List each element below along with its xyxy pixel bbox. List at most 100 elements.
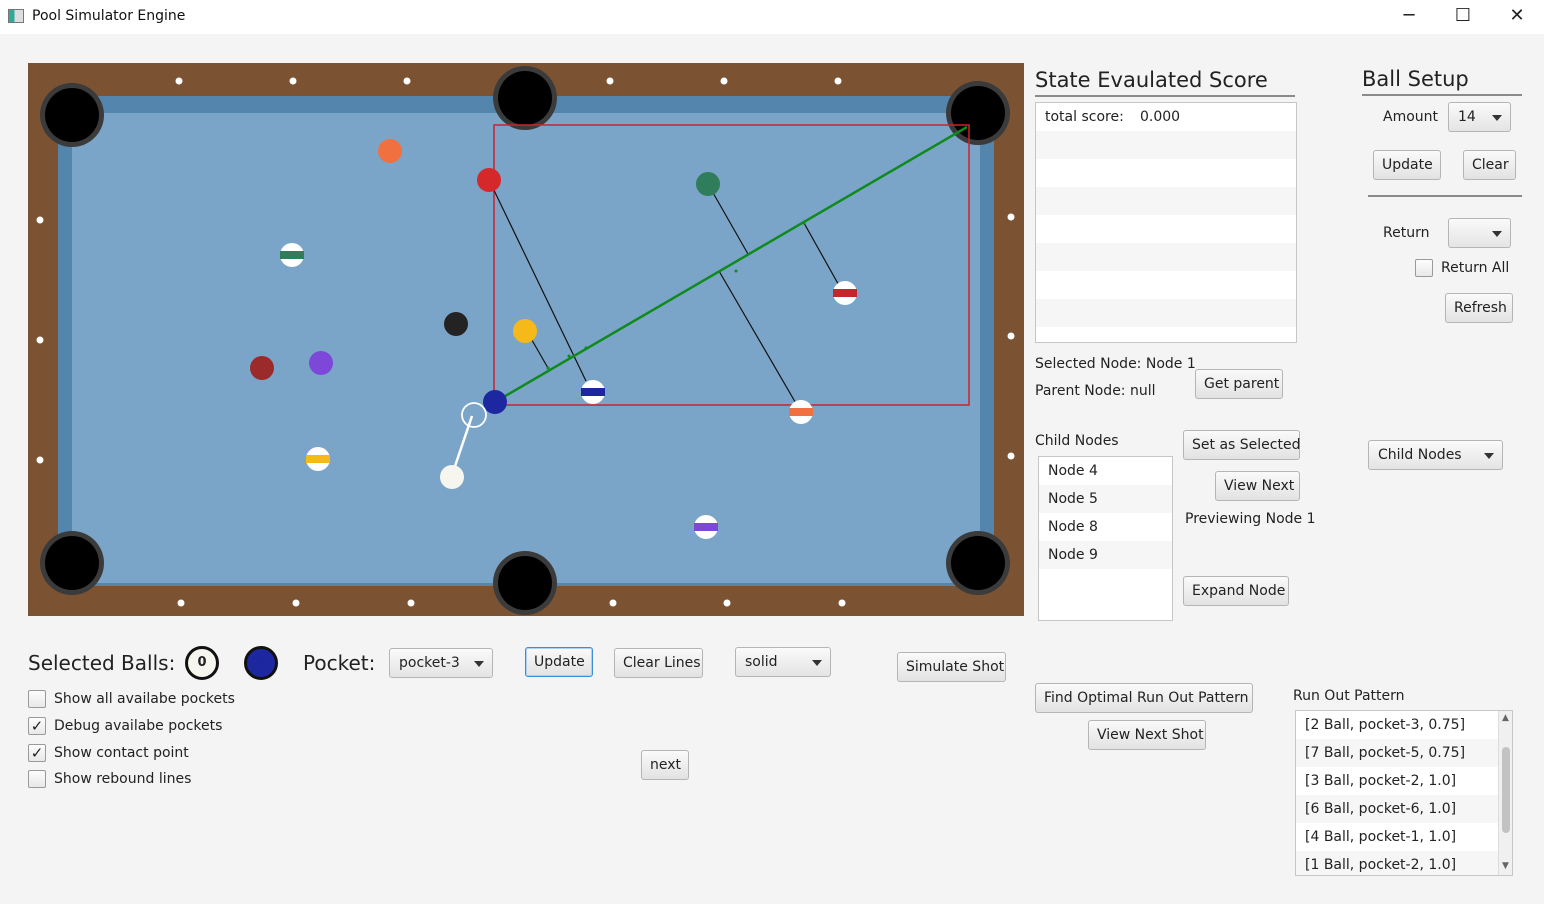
ball-stripe bbox=[789, 408, 813, 416]
state-score-heading: State Evaulated Score bbox=[1035, 68, 1268, 92]
return-all-label: Return All bbox=[1441, 260, 1510, 276]
update-button[interactable]: Update bbox=[525, 647, 593, 677]
ball-body bbox=[309, 351, 333, 375]
list-item[interactable]: Node 9 bbox=[1039, 541, 1172, 569]
ball-purple-stripe bbox=[694, 515, 718, 539]
ball-stripe bbox=[280, 251, 304, 259]
return-all-checkbox[interactable] bbox=[1415, 259, 1433, 277]
list-item[interactable]: [1 Ball, pocket-2, 1.0] bbox=[1296, 851, 1512, 875]
ball-maroon-solid bbox=[250, 356, 274, 380]
scroll-down-icon[interactable]: ▼ bbox=[1502, 861, 1509, 871]
pocket-value: pocket-3 bbox=[399, 655, 460, 671]
diamond-marker bbox=[720, 77, 728, 85]
list-item[interactable]: Node 4 bbox=[1039, 457, 1172, 485]
diamond-marker bbox=[36, 336, 44, 344]
ball-blue-solid bbox=[483, 390, 507, 414]
pocket-hole bbox=[45, 88, 99, 142]
list-item[interactable] bbox=[1039, 569, 1172, 597]
diamond-marker bbox=[1007, 213, 1015, 221]
ball-yellow-stripe bbox=[306, 447, 330, 471]
maximize-button[interactable]: ☐ bbox=[1438, 0, 1488, 34]
previewing-text: Previewing Node 1 bbox=[1185, 511, 1316, 527]
get-parent-button[interactable]: Get parent bbox=[1195, 369, 1283, 399]
state-score-table[interactable]: total score: 0.000 bbox=[1035, 102, 1297, 343]
chevron-down-icon bbox=[1492, 231, 1502, 237]
show-contact-point-checkbox[interactable]: ✓ bbox=[28, 744, 46, 762]
scroll-up-icon[interactable]: ▲ bbox=[1502, 713, 1509, 723]
set-as-selected-button[interactable]: Set as Selected bbox=[1183, 430, 1300, 460]
selected-cue-ball[interactable]: 0 bbox=[185, 646, 219, 680]
table-felt bbox=[72, 113, 980, 583]
view-next-shot-button[interactable]: View Next Shot bbox=[1088, 720, 1206, 750]
find-optimal-runout-button[interactable]: Find Optimal Run Out Pattern bbox=[1035, 683, 1253, 713]
ball-stripe bbox=[833, 289, 857, 297]
score-row bbox=[1036, 187, 1296, 215]
show-contact-point-label: Show contact point bbox=[54, 745, 189, 761]
list-item[interactable]: [7 Ball, pocket-5, 0.75] bbox=[1296, 739, 1512, 767]
ball-body bbox=[477, 168, 501, 192]
next-button[interactable]: next bbox=[641, 750, 689, 780]
contact-tick bbox=[584, 346, 588, 350]
list-item[interactable]: [3 Ball, pocket-2, 1.0] bbox=[1296, 767, 1512, 795]
simulate-shot-button[interactable]: Simulate Shot bbox=[897, 652, 1006, 682]
run-out-pattern-list[interactable]: [2 Ball, pocket-3, 0.75] [7 Ball, pocket… bbox=[1295, 710, 1513, 876]
ball-setup-divider bbox=[1368, 195, 1522, 197]
diamond-marker bbox=[838, 599, 846, 607]
ball-green-solid bbox=[696, 172, 720, 196]
chevron-down-icon bbox=[1492, 115, 1502, 121]
score-row bbox=[1036, 131, 1296, 159]
refresh-button[interactable]: Refresh bbox=[1445, 293, 1513, 323]
ball-green-stripe bbox=[280, 243, 304, 267]
list-item[interactable]: Node 8 bbox=[1039, 513, 1172, 541]
view-next-button[interactable]: View Next bbox=[1215, 471, 1300, 501]
expand-node-button[interactable]: Expand Node bbox=[1183, 576, 1289, 606]
chevron-down-icon bbox=[1484, 453, 1494, 459]
ball-body bbox=[440, 465, 464, 489]
list-item[interactable]: Node 5 bbox=[1039, 485, 1172, 513]
minimize-button[interactable]: ─ bbox=[1384, 0, 1434, 34]
return-select[interactable] bbox=[1448, 218, 1511, 248]
contact-tick bbox=[567, 354, 571, 358]
score-row bbox=[1036, 271, 1296, 299]
ball-type-select[interactable]: solid bbox=[735, 647, 831, 677]
scrollbar[interactable]: ▲ ▼ bbox=[1498, 711, 1512, 875]
debug-pockets-checkbox[interactable]: ✓ bbox=[28, 717, 46, 735]
ball-setup-rule bbox=[1362, 94, 1522, 96]
list-item[interactable]: [2 Ball, pocket-3, 0.75] bbox=[1296, 711, 1512, 739]
app-icon bbox=[8, 9, 24, 23]
diamond-marker bbox=[177, 599, 185, 607]
pool-table-canvas[interactable] bbox=[28, 63, 1024, 616]
show-rebound-lines-label: Show rebound lines bbox=[54, 771, 192, 787]
scrollbar-thumb[interactable] bbox=[1502, 747, 1510, 833]
diamond-marker bbox=[36, 216, 44, 224]
score-row bbox=[1036, 299, 1296, 327]
ball-body bbox=[696, 172, 720, 196]
pocket-label: Pocket: bbox=[303, 651, 376, 675]
ball-stripe bbox=[581, 388, 605, 396]
pocket-hole bbox=[498, 71, 552, 125]
pocket-hole bbox=[498, 556, 552, 610]
ball-setup-clear-button[interactable]: Clear bbox=[1463, 150, 1516, 180]
pocket-select[interactable]: pocket-3 bbox=[389, 648, 493, 678]
score-label: total score: bbox=[1045, 109, 1124, 125]
ball-body bbox=[513, 319, 537, 343]
pocket-hole bbox=[951, 536, 1005, 590]
ball-body bbox=[250, 356, 274, 380]
show-all-pockets-checkbox[interactable] bbox=[28, 690, 46, 708]
score-row: total score: 0.000 bbox=[1036, 103, 1296, 131]
window-title: Pool Simulator Engine bbox=[32, 8, 186, 24]
list-item[interactable]: [4 Ball, pocket-1, 1.0] bbox=[1296, 823, 1512, 851]
show-rebound-lines-checkbox[interactable] bbox=[28, 770, 46, 788]
clear-lines-button[interactable]: Clear Lines bbox=[614, 648, 703, 678]
ball-red-solid bbox=[477, 168, 501, 192]
close-button[interactable]: ✕ bbox=[1492, 0, 1542, 34]
child-nodes-select[interactable]: Child Nodes bbox=[1368, 440, 1503, 470]
child-nodes-list[interactable]: Node 4 Node 5 Node 8 Node 9 bbox=[1038, 456, 1173, 621]
list-item[interactable]: [6 Ball, pocket-6, 1.0] bbox=[1296, 795, 1512, 823]
diamond-marker bbox=[292, 599, 300, 607]
selected-object-ball[interactable]: 2 bbox=[244, 646, 278, 680]
pocket-hole bbox=[45, 536, 99, 590]
score-row bbox=[1036, 243, 1296, 271]
amount-select[interactable]: 14 bbox=[1448, 102, 1511, 132]
ball-setup-update-button[interactable]: Update bbox=[1373, 150, 1441, 180]
